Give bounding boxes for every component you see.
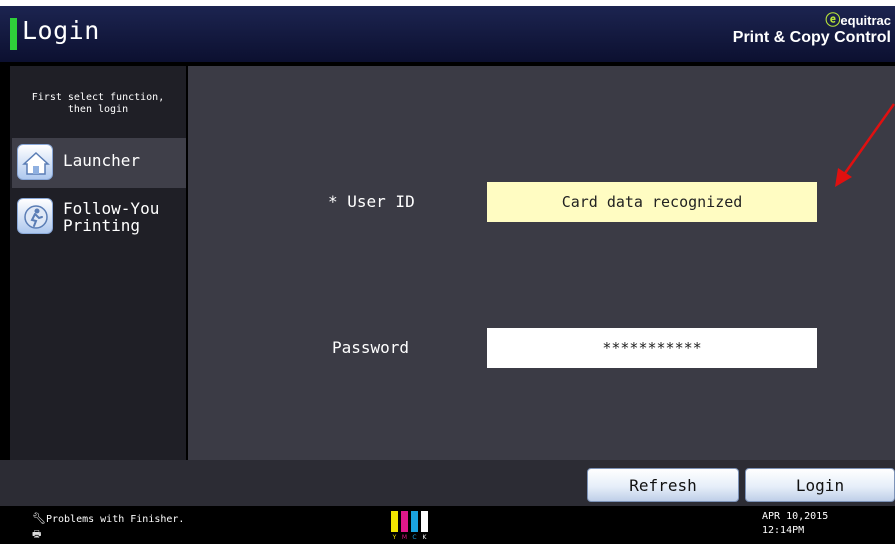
sidebar-item-follow-you-printing[interactable]: Follow-You Printing [12,192,186,242]
sidebar-item-label: Follow-You Printing [63,199,160,235]
user-id-field[interactable]: Card data recognized [487,182,817,222]
toner-label-c: C [412,534,416,540]
brand-product-name: Print & Copy Control [732,29,891,46]
refresh-button[interactable]: Refresh [587,468,739,502]
login-button[interactable]: Login [745,468,895,502]
header: Login ⓔequitrac Print & Copy Control [0,6,895,62]
toner-label-m: M [402,534,407,540]
copier-screen: Login ⓔequitrac Print & Copy Control Fir… [0,6,895,544]
password-label: Password [332,338,410,357]
toner-label-y: Y [392,534,397,540]
date: APR 10,2015 [762,511,829,522]
action-bar: Refresh Login [0,460,895,506]
password-field[interactable]: *********** [487,328,817,368]
warning-wrench-icon: 🔧︎ [32,512,46,525]
toner-label-k: K [423,534,428,540]
toner-level-icon[interactable]: Y M C K [390,510,430,540]
login-form: * User ID Card data recognized Password … [188,66,895,460]
status-message: 🔧︎Problems with Finisher. [32,512,185,525]
date-time: APR 10,2015 12:14PM [762,510,828,538]
job-status-icon[interactable]: 🖶︎ [32,527,41,544]
equitrac-logo: ⓔequitrac [825,12,891,29]
follow-you-printing-icon [17,198,53,234]
time: 12:14PM [762,525,805,536]
sidebar-hint: First select function, then login [31,92,165,115]
function-sidebar: First select function, then login Launch… [10,66,186,460]
page-title: Login [22,16,100,45]
sidebar-item-launcher[interactable]: Launcher [12,138,186,188]
brand: ⓔequitrac Print & Copy Control [732,12,891,48]
user-id-label: * User ID [328,192,415,211]
header-accent-bar [10,18,17,50]
status-bar: 🔧︎Problems with Finisher. 🖶︎ Y M C K APR… [0,506,895,544]
sidebar-item-label: Launcher [63,151,141,170]
home-icon [17,144,53,180]
